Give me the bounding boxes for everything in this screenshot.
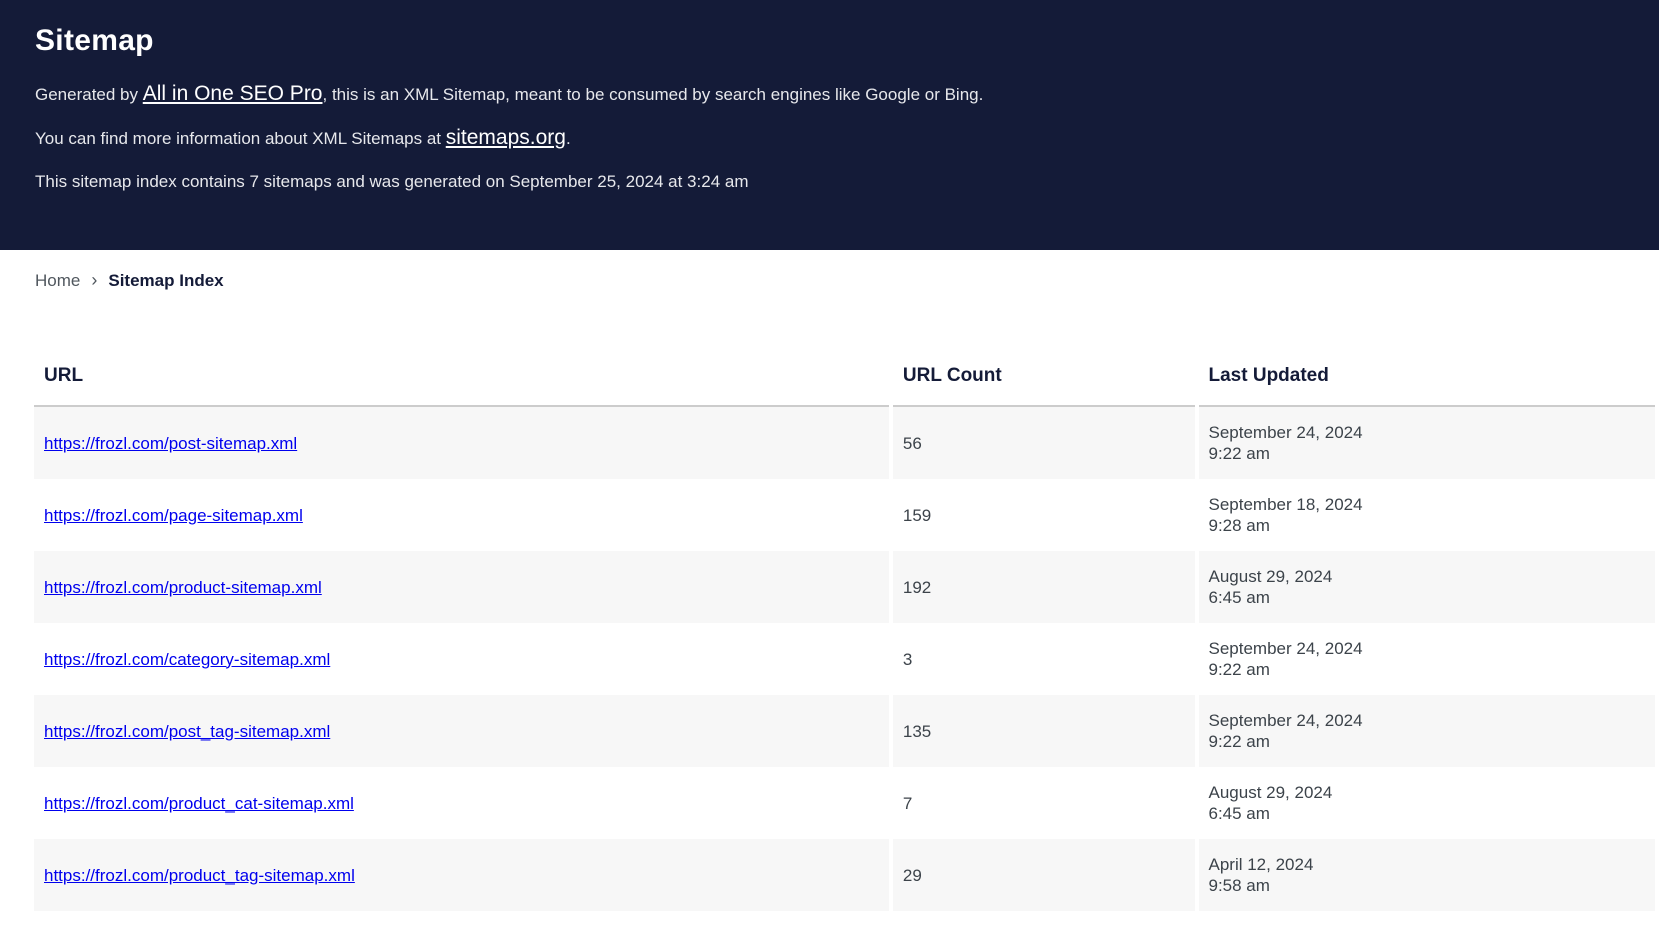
last-updated-date: September 24, 2024: [1209, 422, 1646, 443]
table-header-row: URL URL Count Last Updated: [34, 341, 1655, 407]
sitemap-url-link[interactable]: https://frozl.com/product_tag-sitemap.xm…: [44, 866, 355, 885]
last-updated-date: September 24, 2024: [1209, 710, 1646, 731]
url-count-cell: 29: [893, 839, 1195, 911]
url-count-cell: 135: [893, 695, 1195, 767]
breadcrumb: Home › Sitemap Index: [35, 270, 1659, 291]
last-updated-time: 9:22 am: [1209, 659, 1646, 680]
url-count-cell: 7: [893, 767, 1195, 839]
column-header-last-updated: Last Updated: [1199, 341, 1656, 407]
last-updated-cell: September 18, 2024 9:28 am: [1199, 479, 1656, 551]
url-count-cell: 56: [893, 407, 1195, 479]
breadcrumb-home-link[interactable]: Home: [35, 271, 80, 290]
table-row: https://frozl.com/product-sitemap.xml 19…: [34, 551, 1655, 623]
table-header: URL URL Count Last Updated: [34, 341, 1655, 407]
summary-line: This sitemap index contains 7 sitemaps a…: [35, 171, 1624, 192]
info-line: You can find more information about XML …: [35, 127, 1624, 149]
sitemap-page: Sitemap Generated by All in One SEO Pro,…: [0, 0, 1659, 945]
last-updated-cell: August 29, 2024 6:45 am: [1199, 551, 1656, 623]
table-body: https://frozl.com/post-sitemap.xml 56 Se…: [34, 407, 1655, 911]
last-updated-cell: September 24, 2024 9:22 am: [1199, 407, 1656, 479]
sitemap-url-link[interactable]: https://frozl.com/category-sitemap.xml: [44, 650, 330, 669]
table-row: https://frozl.com/product_cat-sitemap.xm…: [34, 767, 1655, 839]
last-updated-time: 9:58 am: [1209, 875, 1646, 896]
last-updated-time: 9:28 am: [1209, 515, 1646, 536]
chevron-right-icon: ›: [91, 270, 97, 290]
sitemap-url-cell: https://frozl.com/post_tag-sitemap.xml: [34, 695, 889, 767]
sitemap-url-cell: https://frozl.com/product-sitemap.xml: [34, 551, 889, 623]
last-updated-date: April 12, 2024: [1209, 854, 1646, 875]
sitemap-url-link[interactable]: https://frozl.com/product-sitemap.xml: [44, 578, 322, 597]
last-updated-cell: April 12, 2024 9:58 am: [1199, 839, 1656, 911]
last-updated-time: 6:45 am: [1209, 803, 1646, 824]
last-updated-time: 9:22 am: [1209, 443, 1646, 464]
last-updated-date: August 29, 2024: [1209, 782, 1646, 803]
sitemap-index-table: URL URL Count Last Updated https://frozl…: [30, 341, 1659, 911]
url-count-cell: 3: [893, 623, 1195, 695]
url-count-cell: 159: [893, 479, 1195, 551]
last-updated-time: 9:22 am: [1209, 731, 1646, 752]
sitemap-url-cell: https://frozl.com/product_cat-sitemap.xm…: [34, 767, 889, 839]
table-row: https://frozl.com/page-sitemap.xml 159 S…: [34, 479, 1655, 551]
hero-header: Sitemap Generated by All in One SEO Pro,…: [0, 0, 1659, 250]
table-row: https://frozl.com/post_tag-sitemap.xml 1…: [34, 695, 1655, 767]
info-suffix: .: [566, 129, 571, 148]
sitemap-url-cell: https://frozl.com/category-sitemap.xml: [34, 623, 889, 695]
page-title: Sitemap: [35, 25, 1624, 57]
sitemap-url-cell: https://frozl.com/post-sitemap.xml: [34, 407, 889, 479]
last-updated-cell: August 29, 2024 6:45 am: [1199, 767, 1656, 839]
breadcrumb-current: Sitemap Index: [108, 271, 223, 290]
column-header-url: URL: [34, 341, 889, 407]
last-updated-time: 6:45 am: [1209, 587, 1646, 608]
sitemap-url-cell: https://frozl.com/product_tag-sitemap.xm…: [34, 839, 889, 911]
intro-prefix: Generated by: [35, 85, 143, 104]
url-count-cell: 192: [893, 551, 1195, 623]
sitemap-url-link[interactable]: https://frozl.com/page-sitemap.xml: [44, 506, 303, 525]
last-updated-cell: September 24, 2024 9:22 am: [1199, 623, 1656, 695]
sitemap-url-link[interactable]: https://frozl.com/post-sitemap.xml: [44, 434, 297, 453]
last-updated-cell: September 24, 2024 9:22 am: [1199, 695, 1656, 767]
last-updated-date: September 24, 2024: [1209, 638, 1646, 659]
table-row: https://frozl.com/post-sitemap.xml 56 Se…: [34, 407, 1655, 479]
table-row: https://frozl.com/product_tag-sitemap.xm…: [34, 839, 1655, 911]
aioseo-pro-link[interactable]: All in One SEO Pro: [143, 82, 323, 105]
info-prefix: You can find more information about XML …: [35, 129, 446, 148]
intro-suffix: , this is an XML Sitemap, meant to be co…: [323, 85, 984, 104]
table-row: https://frozl.com/category-sitemap.xml 3…: [34, 623, 1655, 695]
column-header-url-count: URL Count: [893, 341, 1195, 407]
last-updated-date: September 18, 2024: [1209, 494, 1646, 515]
sitemap-url-link[interactable]: https://frozl.com/post_tag-sitemap.xml: [44, 722, 330, 741]
sitemaps-org-link[interactable]: sitemaps.org: [446, 126, 566, 149]
sitemap-url-link[interactable]: https://frozl.com/product_cat-sitemap.xm…: [44, 794, 354, 813]
last-updated-date: August 29, 2024: [1209, 566, 1646, 587]
sitemap-url-cell: https://frozl.com/page-sitemap.xml: [34, 479, 889, 551]
intro-line: Generated by All in One SEO Pro, this is…: [35, 83, 1624, 105]
